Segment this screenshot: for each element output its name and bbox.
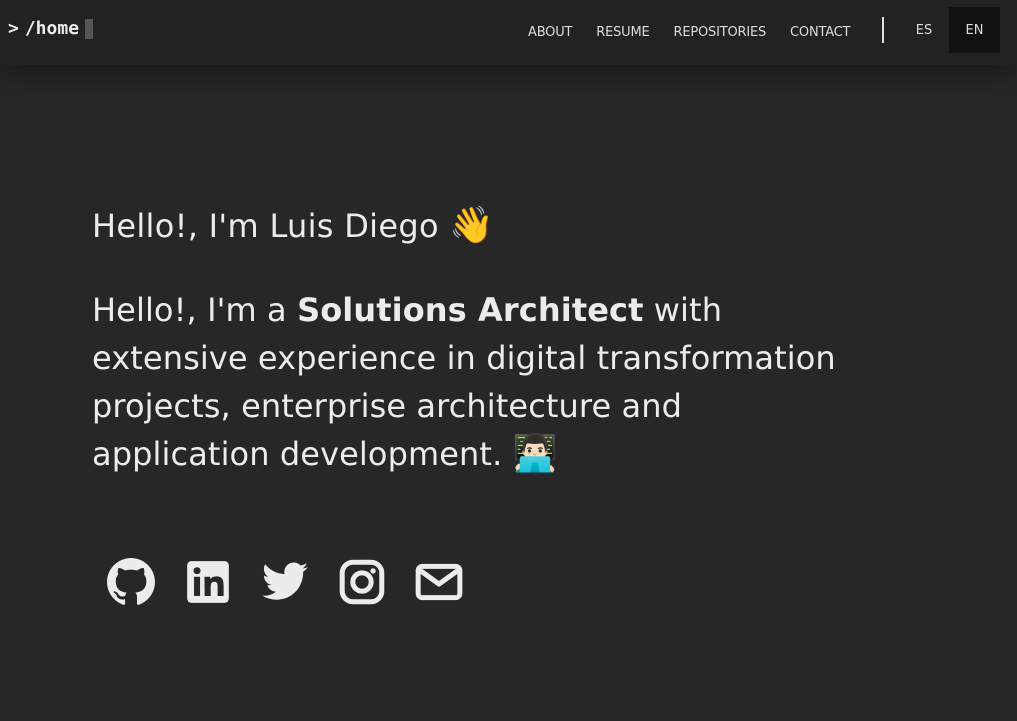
nav-links: ABOUT RESUME REPOSITORIES CONTACT	[528, 0, 874, 65]
brand-home-link[interactable]: > /home	[8, 18, 94, 39]
instagram-icon	[339, 559, 385, 605]
intro-role: Solutions Architect	[297, 291, 644, 329]
instagram-link[interactable]	[336, 556, 388, 608]
nav-link-repositories[interactable]: REPOSITORIES	[674, 25, 767, 40]
nav-divider	[882, 17, 884, 43]
linkedin-icon	[187, 561, 229, 603]
twitter-icon	[262, 562, 308, 600]
hero-greeting: Hello!, I'm Luis Diego 👋	[92, 204, 494, 246]
github-link[interactable]	[105, 556, 157, 608]
nav-link-about[interactable]: ABOUT	[528, 25, 572, 40]
intro-prefix: Hello!, I'm a	[92, 291, 287, 329]
brand-path: /home	[24, 18, 80, 39]
lang-en-button[interactable]: EN	[949, 7, 1000, 53]
waving-hand-icon: 👋	[449, 205, 495, 246]
lang-es-button[interactable]: ES	[905, 7, 943, 53]
terminal-cursor	[85, 18, 94, 39]
github-icon	[107, 558, 155, 605]
social-links	[105, 556, 490, 608]
hero-intro: Hello!, I'm a Solutions Architect with e…	[92, 286, 852, 478]
technologist-icon: 👨🏻‍💻	[512, 433, 558, 474]
twitter-link[interactable]	[259, 556, 311, 608]
brand-prompt: >	[8, 18, 19, 39]
envelope-icon	[415, 563, 463, 601]
nav-link-resume[interactable]: RESUME	[596, 25, 649, 40]
navbar: > /home ABOUT RESUME REPOSITORIES CONTAC…	[0, 0, 1017, 65]
linkedin-link[interactable]	[182, 556, 234, 608]
email-link[interactable]	[413, 556, 465, 608]
greeting-text: Hello!, I'm Luis Diego	[92, 207, 439, 245]
nav-link-contact[interactable]: CONTACT	[790, 25, 850, 40]
